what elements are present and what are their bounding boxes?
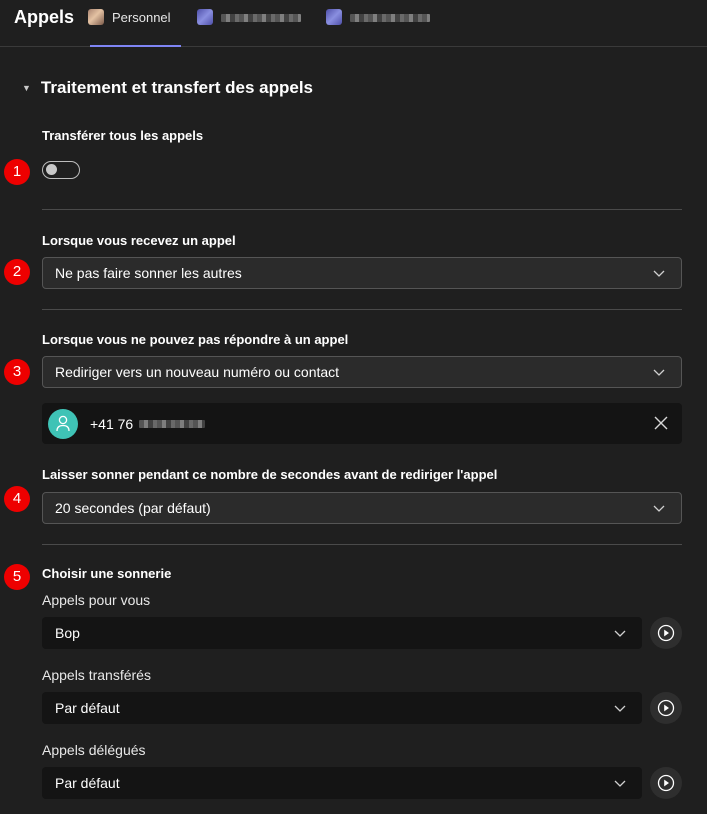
chevron-down-icon — [614, 630, 626, 637]
play-ringtone-button[interactable] — [650, 692, 682, 724]
group-avatar-icon — [197, 9, 213, 25]
dropdown-value: Ne pas faire sonner les autres — [55, 265, 242, 281]
chevron-down-icon — [614, 780, 626, 787]
step-badge: 5 — [4, 564, 30, 590]
play-icon — [657, 624, 675, 642]
toggle-knob — [46, 164, 57, 175]
ringtone-section-title: Choisir une sonnerie — [42, 566, 172, 581]
tab-personnel[interactable]: Personnel — [88, 0, 181, 47]
section-header[interactable]: ▼ Traitement et transfert des appels — [22, 78, 313, 98]
dropdown-value: Par défaut — [55, 700, 120, 716]
chevron-down-icon — [653, 505, 665, 512]
tab-delegate-2[interactable] — [326, 0, 438, 46]
section-title: Traitement et transfert des appels — [40, 78, 314, 97]
play-icon — [657, 699, 675, 717]
play-ringtone-button[interactable] — [650, 767, 682, 799]
step-badge: 2 — [4, 259, 30, 285]
top-bar: Appels Personnel — [0, 0, 707, 47]
play-icon — [657, 774, 675, 792]
step-badge: 4 — [4, 486, 30, 512]
person-icon — [56, 415, 70, 431]
dropdown-value: Par défaut — [55, 775, 120, 791]
tab-label: Personnel — [112, 10, 171, 25]
ringtone-label-delegated: Appels délégués — [42, 742, 146, 758]
ringtone-dropdown-personal[interactable]: Bop — [42, 617, 642, 649]
dropdown-value: Bop — [55, 625, 80, 641]
ring-duration-dropdown[interactable]: 20 secondes (par défaut) — [42, 492, 682, 524]
divider — [42, 209, 682, 210]
contact-number-prefix: +41 76 — [90, 415, 134, 432]
chevron-down-icon — [614, 705, 626, 712]
close-icon[interactable] — [654, 416, 668, 430]
chevron-down-icon — [653, 369, 665, 376]
ringtone-dropdown-forwarded[interactable]: Par défaut — [42, 692, 642, 724]
ringtone-dropdown-delegated[interactable]: Par défaut — [42, 767, 642, 799]
play-ringtone-button[interactable] — [650, 617, 682, 649]
divider — [42, 309, 682, 310]
ring-duration-label: Laisser sonner pendant ce nombre de seco… — [42, 467, 498, 482]
ringtone-label-personal: Appels pour vous — [42, 592, 151, 608]
ringtone-label-forwarded: Appels transférés — [42, 667, 151, 683]
on-unanswered-label: Lorsque vous ne pouvez pas répondre à un… — [42, 332, 349, 347]
dropdown-value: 20 secondes (par défaut) — [55, 500, 211, 516]
on-unanswered-dropdown[interactable]: Rediriger vers un nouveau numéro ou cont… — [42, 356, 682, 388]
group-avatar-icon — [326, 9, 342, 25]
contact-number: +41 76 — [90, 415, 206, 432]
tab-delegate-1[interactable] — [197, 0, 309, 46]
page-title: Appels — [14, 7, 75, 27]
step-badge: 3 — [4, 359, 30, 385]
redacted-tab-label — [221, 14, 301, 22]
forward-all-toggle[interactable] — [42, 161, 80, 179]
contact-avatar — [48, 408, 78, 439]
dropdown-value: Rediriger vers un nouveau numéro ou cont… — [55, 364, 340, 380]
divider — [42, 544, 682, 545]
chevron-down-icon — [653, 270, 665, 277]
collapse-caret-icon[interactable]: ▼ — [22, 83, 31, 93]
on-receive-dropdown[interactable]: Ne pas faire sonner les autres — [42, 257, 682, 289]
forward-all-label: Transférer tous les appels — [42, 128, 204, 143]
redacted-tab-label — [350, 14, 430, 22]
step-badge: 1 — [4, 159, 30, 185]
on-receive-label: Lorsque vous recevez un appel — [42, 233, 236, 248]
redirect-contact: +41 76 — [42, 403, 682, 444]
redacted-number — [139, 419, 206, 428]
person-avatar-icon — [88, 9, 104, 25]
